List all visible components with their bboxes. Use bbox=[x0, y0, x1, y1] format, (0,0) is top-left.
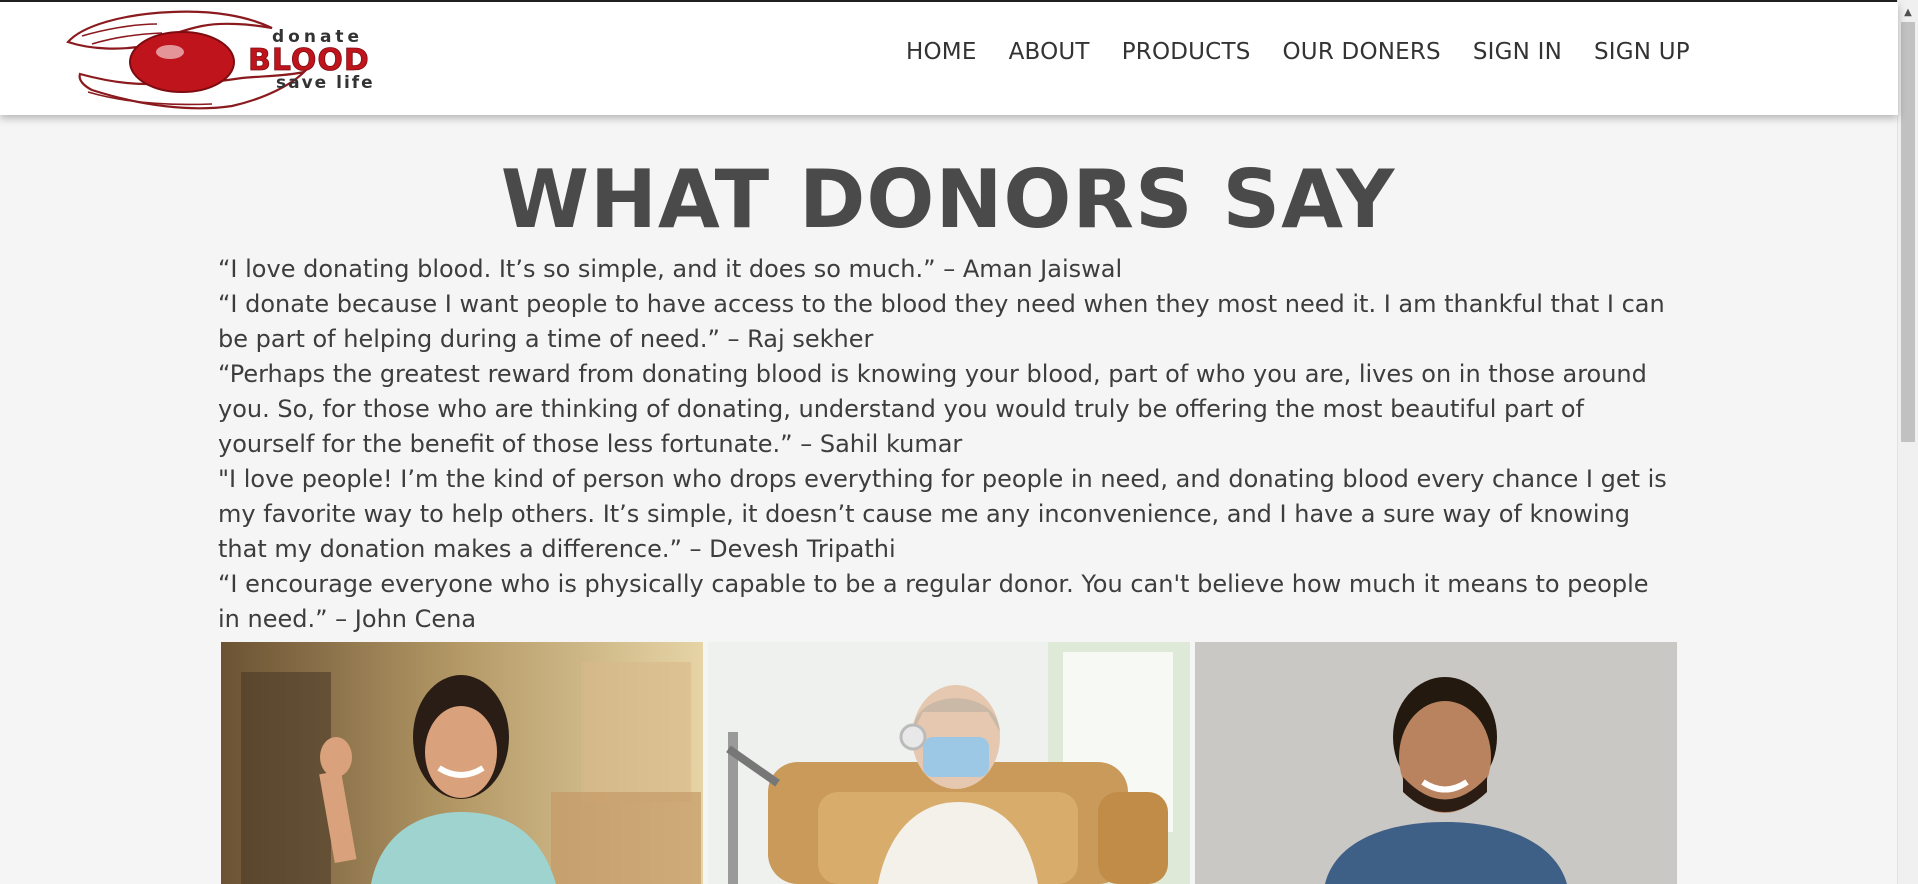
testimonial-quote: “Perhaps the greatest reward from donati… bbox=[218, 360, 1647, 458]
page-title: WHAT DONORS SAY bbox=[500, 153, 1396, 246]
blood-drop-hands-logo-icon: donate BLOOD save life bbox=[66, 10, 375, 110]
nav-our-doners-link[interactable]: OUR DONERS bbox=[1283, 36, 1441, 68]
scrollbar-thumb[interactable] bbox=[1901, 22, 1915, 442]
donor-photo-gallery bbox=[221, 642, 1677, 884]
donor-photo-patient-donating bbox=[708, 642, 1190, 884]
main-navigation: HOME ABOUT PRODUCTS OUR DONERS SIGN IN S… bbox=[906, 36, 1690, 68]
site-header: donate BLOOD save life HOME ABOUT PRODUC… bbox=[0, 2, 1898, 115]
testimonial-quote: “I donate because I want people to have … bbox=[218, 290, 1665, 353]
donor-photo-woman-cheering bbox=[221, 642, 703, 884]
page-scrollbar[interactable]: ▲ bbox=[1897, 0, 1918, 884]
testimonial-quote: "I love people! I’m the kind of person w… bbox=[218, 465, 1667, 563]
site-logo[interactable]: donate BLOOD save life bbox=[62, 6, 442, 114]
nav-home-link[interactable]: HOME bbox=[906, 36, 977, 68]
nav-sign-up-link[interactable]: SIGN UP bbox=[1594, 36, 1690, 68]
nav-products-link[interactable]: PRODUCTS bbox=[1122, 36, 1251, 68]
svg-text:save life: save life bbox=[276, 73, 375, 93]
scroll-up-arrow-icon[interactable]: ▲ bbox=[1898, 2, 1918, 22]
testimonial-quote: “I encourage everyone who is physically … bbox=[218, 570, 1649, 633]
nav-about-link[interactable]: ABOUT bbox=[1009, 36, 1090, 68]
donor-photo-smiling-man bbox=[1195, 642, 1677, 884]
testimonial-list: “I love donating blood. It’s so simple, … bbox=[218, 252, 1678, 637]
nav-sign-in-link[interactable]: SIGN IN bbox=[1473, 36, 1562, 68]
testimonial-quote: “I love donating blood. It’s so simple, … bbox=[218, 255, 1123, 283]
